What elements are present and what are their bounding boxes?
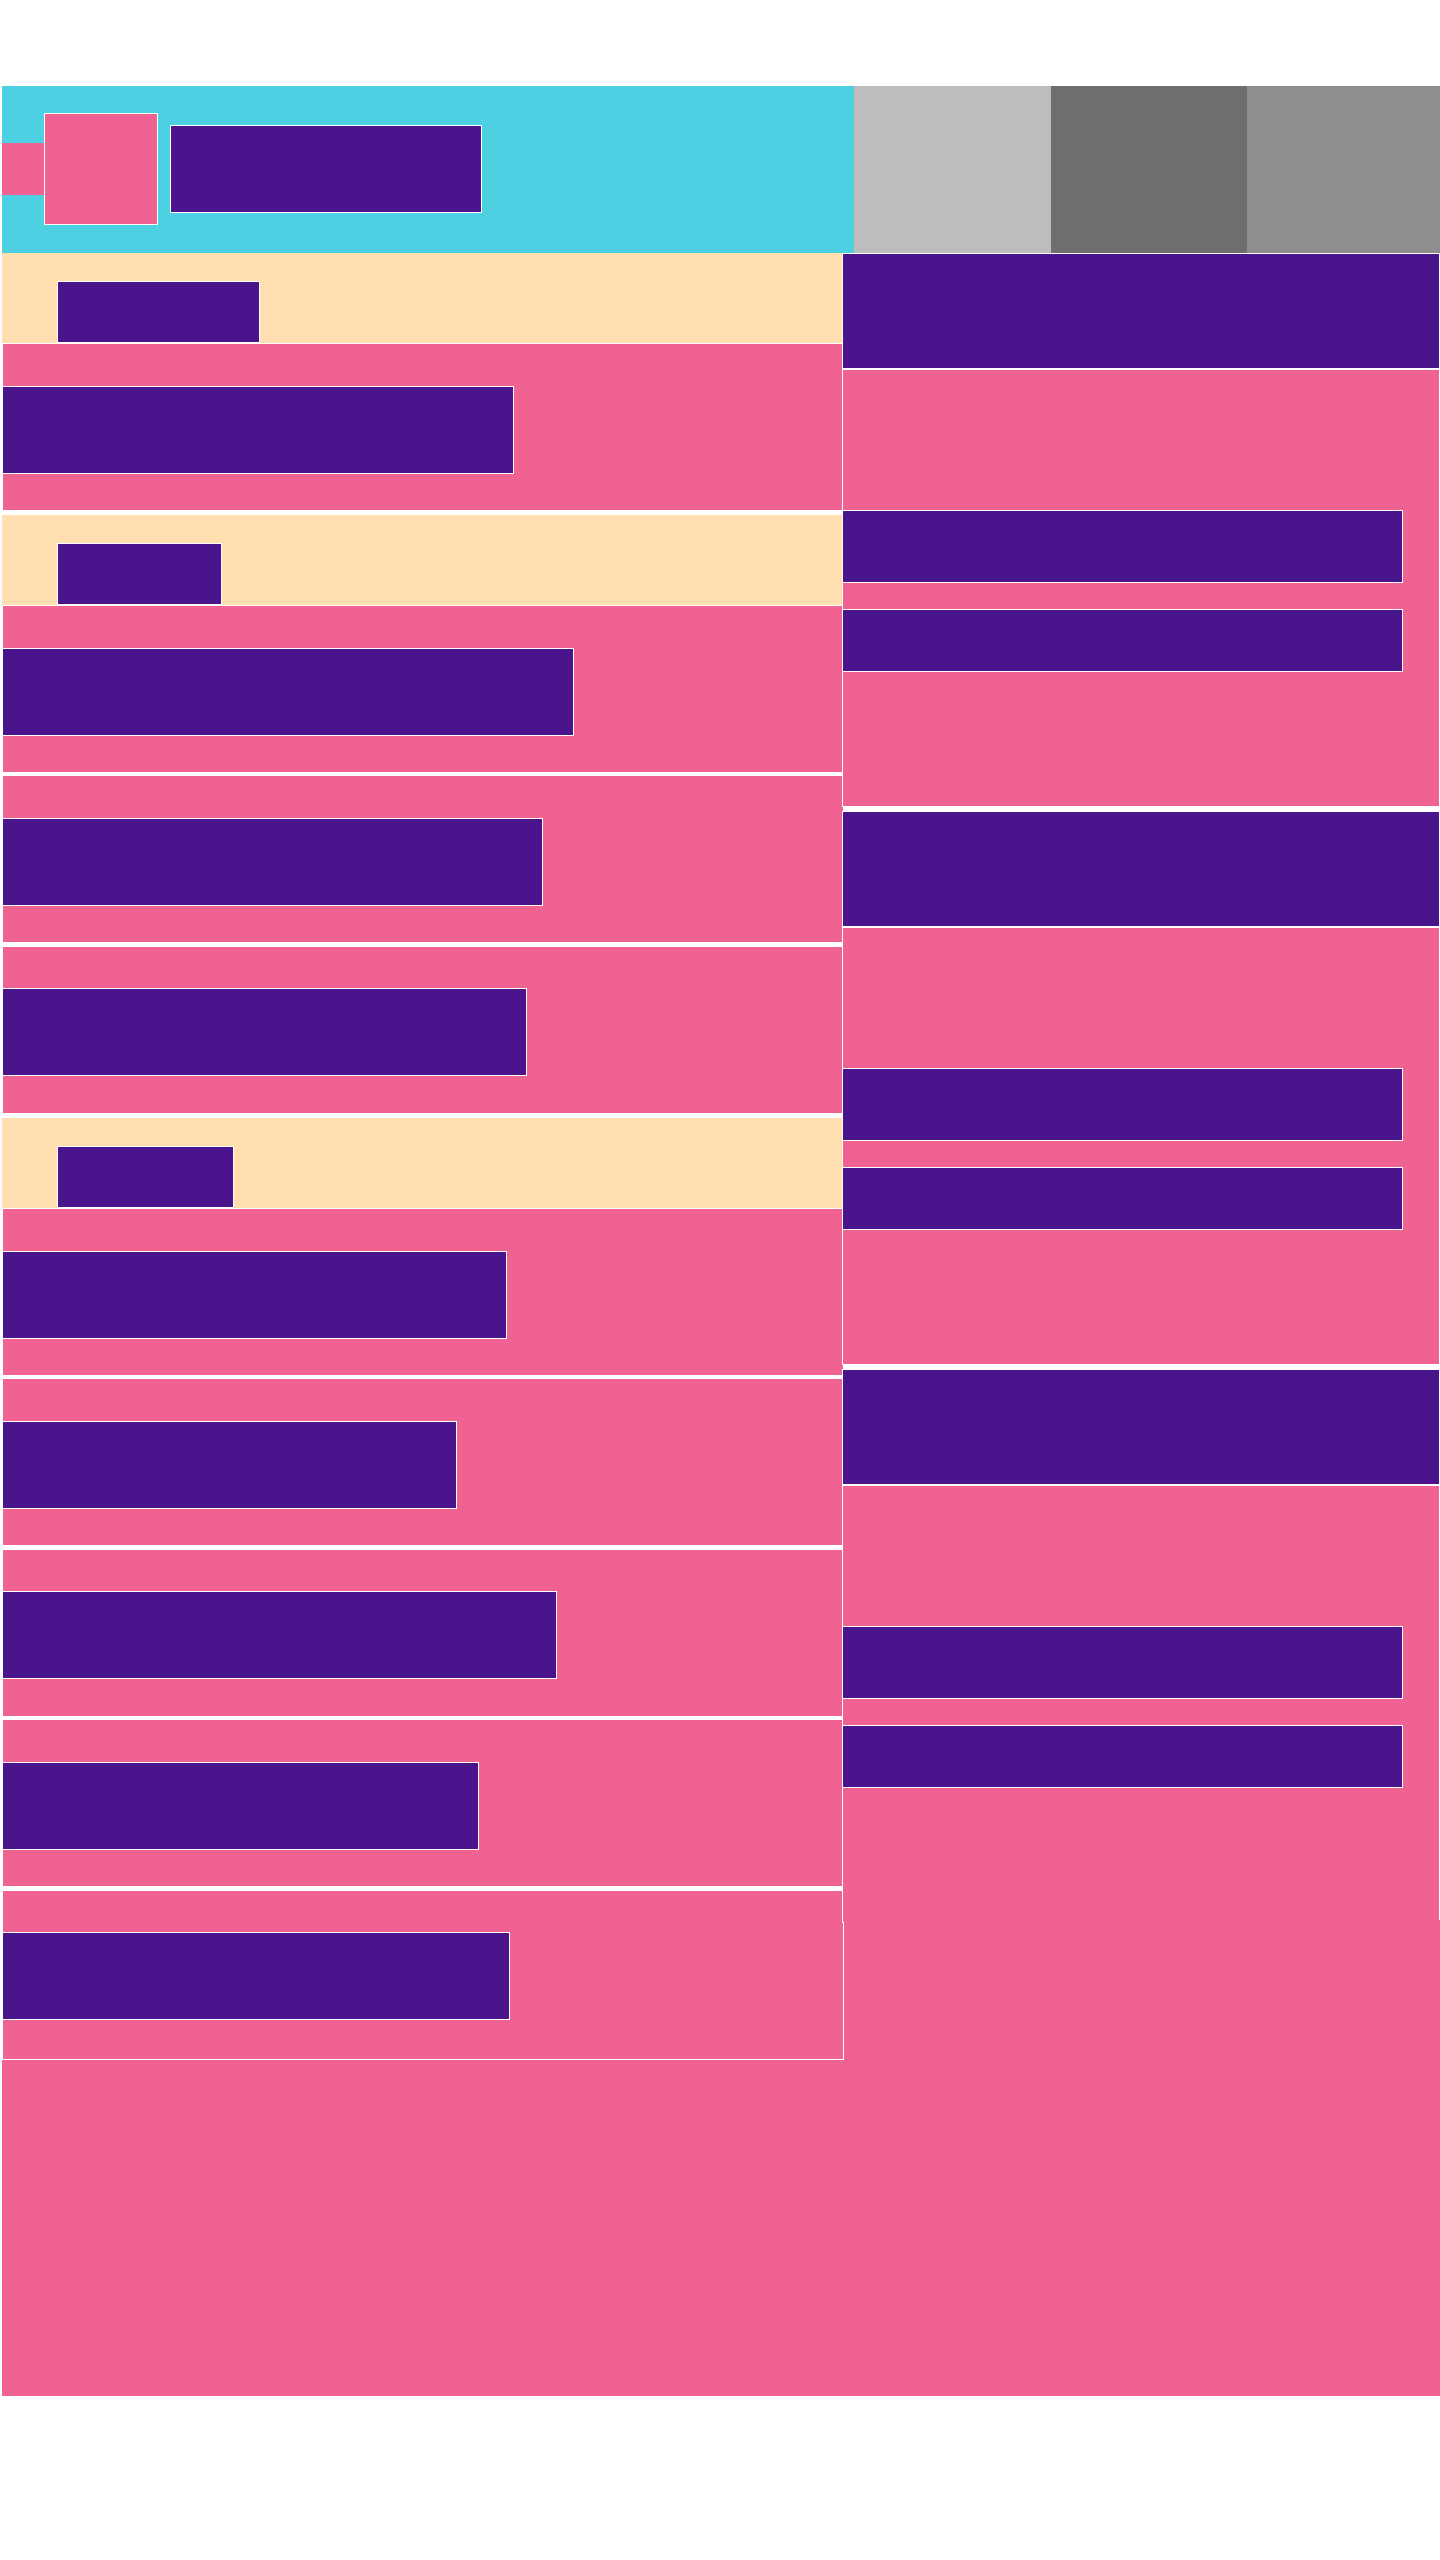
section-header-label bbox=[57, 543, 222, 605]
list-item-label bbox=[2, 988, 527, 1076]
panel-body bbox=[842, 1485, 1440, 1923]
list-item-label bbox=[2, 1591, 557, 1679]
app-title bbox=[170, 125, 482, 213]
app-logo-icon[interactable] bbox=[44, 113, 158, 225]
list-item-label bbox=[2, 1251, 507, 1339]
panel-line bbox=[842, 510, 1403, 583]
list-item-label bbox=[2, 1421, 457, 1509]
panel-line bbox=[842, 609, 1403, 672]
list-item-label bbox=[2, 1762, 479, 1850]
panel-empty-area bbox=[844, 1920, 1440, 2062]
panel-title bbox=[842, 253, 1440, 369]
tab-1[interactable] bbox=[854, 86, 1051, 253]
list-item-label bbox=[2, 1932, 510, 2020]
panel-body bbox=[842, 369, 1440, 807]
section-header-label bbox=[57, 281, 260, 343]
panel-line bbox=[842, 1167, 1403, 1230]
panel-title bbox=[842, 811, 1440, 927]
panel-line bbox=[842, 1626, 1403, 1699]
panel-line bbox=[842, 1725, 1403, 1788]
sidebar-toggle-tab[interactable] bbox=[2, 143, 44, 195]
tab-2[interactable] bbox=[1051, 86, 1248, 253]
panel-body bbox=[842, 927, 1440, 1365]
list-item-label bbox=[2, 818, 543, 906]
list-item-label bbox=[2, 386, 514, 474]
footer-area bbox=[2, 2060, 1440, 2396]
section-header-label bbox=[57, 1146, 234, 1208]
tab-3[interactable] bbox=[1247, 86, 1440, 253]
panel-title bbox=[842, 1369, 1440, 1485]
panel-line bbox=[842, 1068, 1403, 1141]
list-item-label bbox=[2, 648, 574, 736]
